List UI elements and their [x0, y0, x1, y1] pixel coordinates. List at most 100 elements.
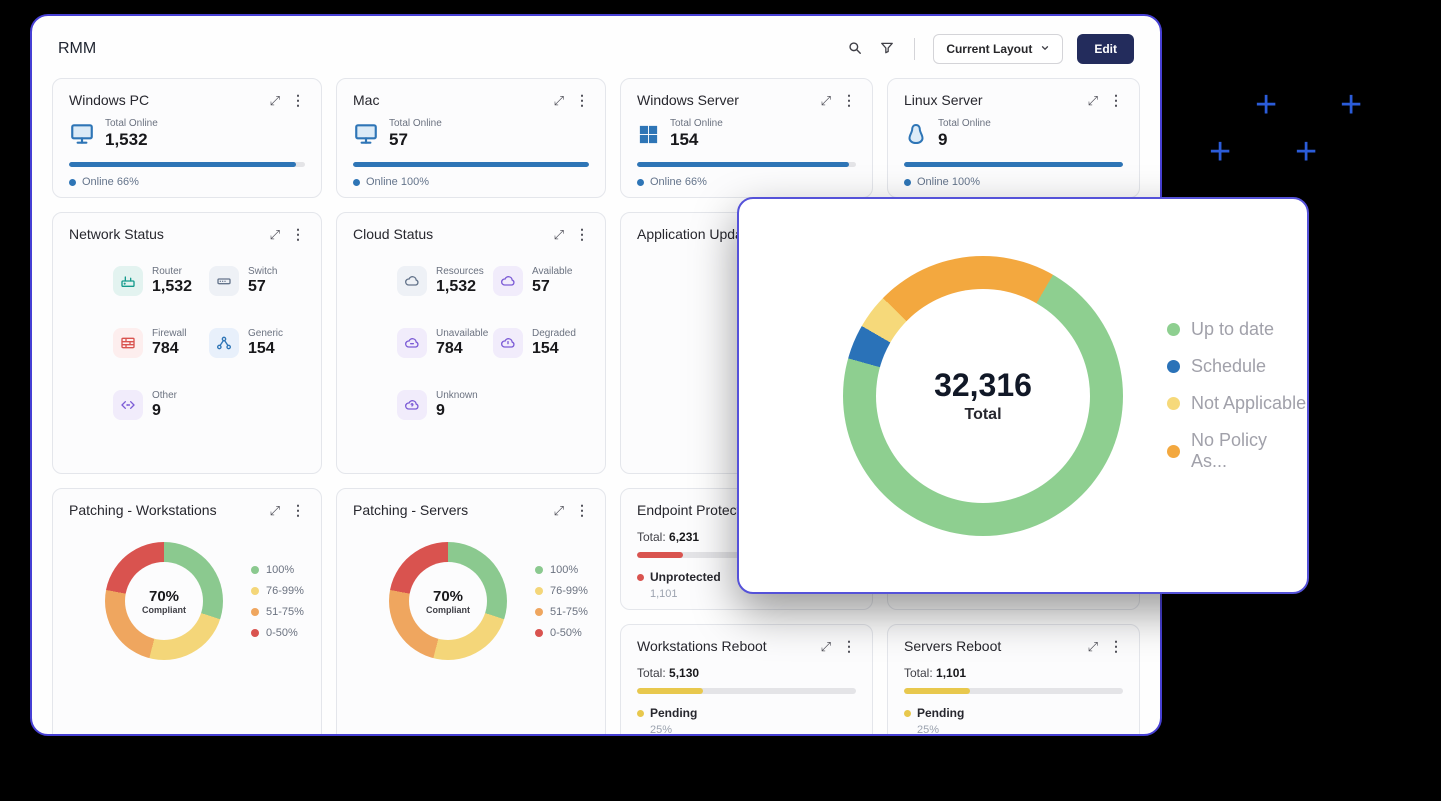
- card-servers-reboot: Servers Reboot ⤢ ⋮ Total: 1,101 Pending …: [887, 624, 1140, 736]
- status-value: 25%: [917, 724, 1123, 736]
- stat-firewall: Firewall 784: [113, 328, 209, 358]
- status-dot: [637, 574, 644, 581]
- stat-unknown: Unknown 9: [397, 390, 493, 420]
- card-patching-workstations: Patching - Workstations ⤢ ⋮ 70% Complian…: [52, 488, 322, 736]
- cloud-available-icon: [493, 266, 523, 296]
- metric-label: Total Online: [105, 118, 158, 129]
- stat-label: Firewall: [152, 328, 186, 339]
- stat-router: Router 1,532: [113, 266, 209, 296]
- plus-decoration: +: [1209, 133, 1231, 171]
- compliance-percent: 70%: [433, 588, 463, 605]
- legend-label: 0-50%: [266, 627, 298, 639]
- other-device-icon: [113, 390, 143, 420]
- expand-icon[interactable]: ⤢: [270, 94, 280, 107]
- donut-center: 70% Compliant: [409, 562, 487, 640]
- stat-value: 154: [248, 340, 283, 358]
- kebab-menu-icon[interactable]: ⋮: [1109, 93, 1123, 107]
- kebab-menu-icon[interactable]: ⋮: [291, 93, 305, 107]
- status-value: 25%: [650, 724, 856, 736]
- stat-value: 1,532: [152, 278, 192, 296]
- patching-donut-chart[interactable]: 70% Compliant: [389, 542, 507, 660]
- patching-legend: 100% 76-99% 51-75% 0-50%: [251, 564, 304, 639]
- online-status: Online 66%: [69, 176, 305, 188]
- legend-dot: [251, 587, 259, 595]
- windows-pc-icon: [69, 121, 95, 147]
- status-dot: [637, 179, 644, 186]
- stat-unavailable: Unavailable 784: [397, 328, 493, 358]
- pending-status: Pending: [637, 706, 856, 720]
- stat-value: 154: [532, 340, 576, 358]
- generic-device-icon: [209, 328, 239, 358]
- kebab-menu-icon[interactable]: ⋮: [575, 93, 589, 107]
- card-title: Cloud Status: [353, 226, 433, 242]
- network-stats: Router 1,532 Switch 57: [69, 242, 305, 420]
- kebab-menu-icon[interactable]: ⋮: [575, 227, 589, 241]
- card-title: Windows Server: [637, 92, 739, 108]
- legend-dot: [535, 587, 543, 595]
- legend-item: 76-99%: [535, 585, 588, 597]
- kebab-menu-icon[interactable]: ⋮: [291, 227, 305, 241]
- metric-value: 154: [670, 130, 723, 150]
- progress-fill: [353, 162, 589, 167]
- edit-button[interactable]: Edit: [1077, 34, 1134, 64]
- legend-dot: [1167, 323, 1180, 336]
- legend-dot: [535, 608, 543, 616]
- card-mac: Mac ⤢ ⋮ Total Online 57 Online 100%: [336, 78, 606, 198]
- expand-icon[interactable]: ⤢: [1088, 94, 1098, 107]
- card-linux-server: Linux Server ⤢ ⋮ Total Online 9 Online 1…: [887, 78, 1140, 198]
- stat-value: 784: [436, 340, 488, 358]
- expand-icon[interactable]: ⤢: [554, 228, 564, 241]
- online-status: Online 66%: [637, 176, 856, 188]
- progress-track: [637, 162, 856, 167]
- legend-dot: [251, 566, 259, 574]
- legend-item: 100%: [535, 564, 588, 576]
- legend-item: Schedule: [1167, 356, 1307, 377]
- metric-label: Total Online: [938, 118, 991, 129]
- kebab-menu-icon[interactable]: ⋮: [842, 639, 856, 653]
- patching-legend: 100% 76-99% 51-75% 0-50%: [535, 564, 588, 639]
- metric-value: 1,532: [105, 130, 158, 150]
- legend-item: 76-99%: [251, 585, 304, 597]
- linux-server-icon: [904, 122, 928, 146]
- current-layout-label: Current Layout: [946, 42, 1032, 56]
- expand-icon[interactable]: ⤢: [270, 504, 280, 517]
- metric-label: Total Online: [389, 118, 442, 129]
- patching-donut-chart[interactable]: 70% Compliant: [105, 542, 223, 660]
- card-network-status: Network Status ⤢ ⋮ Router 1,532: [52, 212, 322, 474]
- stat-other: Other 9: [113, 390, 209, 420]
- current-layout-dropdown[interactable]: Current Layout: [933, 34, 1063, 64]
- expand-icon[interactable]: ⤢: [821, 640, 831, 653]
- toolbar-divider: [914, 38, 915, 60]
- header-toolbar: Current Layout Edit: [846, 34, 1134, 64]
- filter-button[interactable]: [878, 39, 896, 60]
- expand-icon[interactable]: ⤢: [554, 504, 564, 517]
- legend-dot: [535, 629, 543, 637]
- updates-donut-chart[interactable]: 32,316 Total: [843, 256, 1123, 536]
- progress-track: [69, 162, 305, 167]
- firewall-icon: [113, 328, 143, 358]
- progress-track: [904, 162, 1123, 167]
- cloud-resources-icon: [397, 266, 427, 296]
- progress-fill: [904, 688, 970, 694]
- kebab-menu-icon[interactable]: ⋮: [842, 93, 856, 107]
- stat-label: Degraded: [532, 328, 576, 339]
- card-cloud-status: Cloud Status ⤢ ⋮ Resources 1,532: [336, 212, 606, 474]
- card-title: Patching - Servers: [353, 502, 468, 518]
- kebab-menu-icon[interactable]: ⋮: [291, 503, 305, 517]
- card-title: Patching - Workstations: [69, 502, 217, 518]
- expand-icon[interactable]: ⤢: [554, 94, 564, 107]
- legend-dot: [251, 629, 259, 637]
- expand-icon[interactable]: ⤢: [270, 228, 280, 241]
- kebab-menu-icon[interactable]: ⋮: [1109, 639, 1123, 653]
- search-button[interactable]: [846, 39, 864, 60]
- metric-value: 57: [389, 130, 442, 150]
- stat-value: 784: [152, 340, 186, 358]
- expand-icon[interactable]: ⤢: [1088, 640, 1098, 653]
- card-title: Servers Reboot: [904, 638, 1001, 654]
- expand-icon[interactable]: ⤢: [821, 94, 831, 107]
- stat-label: Unavailable: [436, 328, 488, 339]
- stat-switch: Switch 57: [209, 266, 305, 296]
- kebab-menu-icon[interactable]: ⋮: [575, 503, 589, 517]
- legend-item: Up to date: [1167, 319, 1307, 340]
- legend-dot: [251, 608, 259, 616]
